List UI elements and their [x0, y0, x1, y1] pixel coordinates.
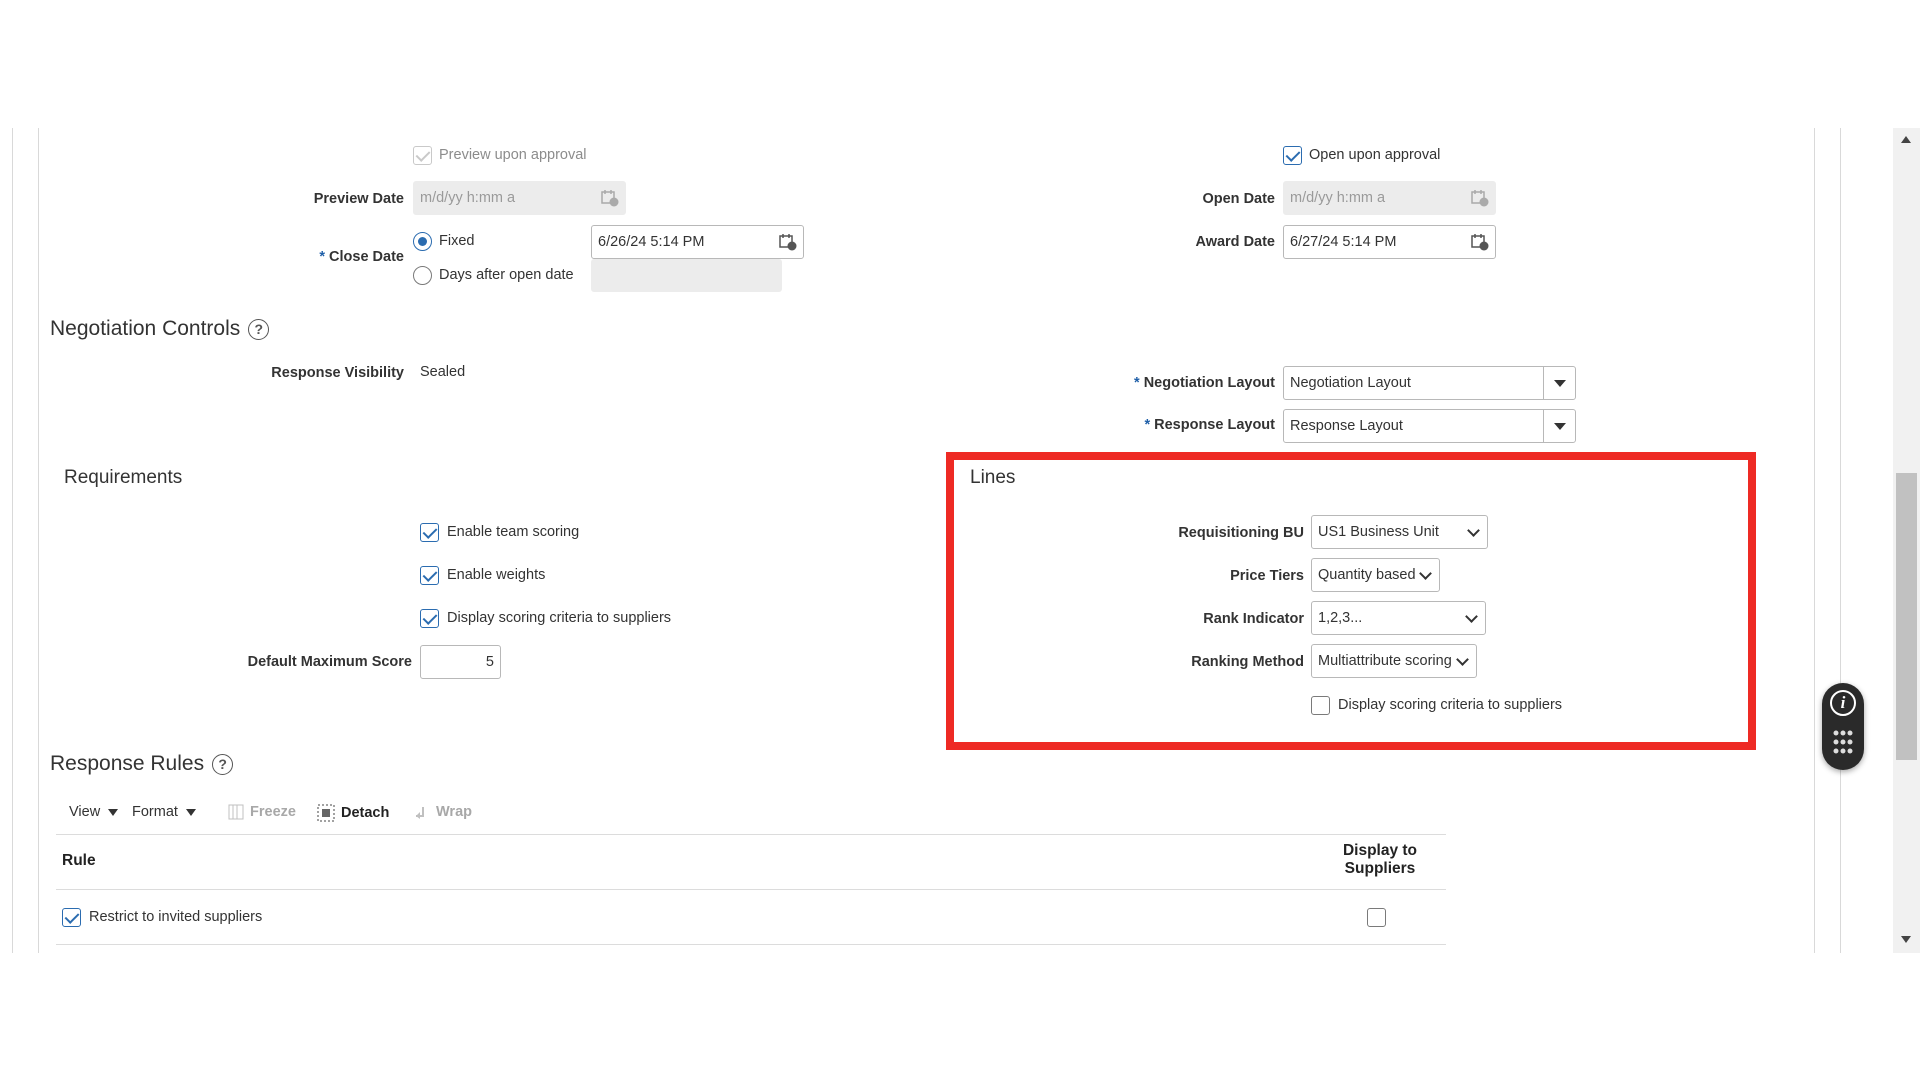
inner-left-line: [38, 128, 39, 953]
close-date-label: * Close Date: [319, 249, 404, 265]
chevron-down-icon[interactable]: [1465, 610, 1478, 623]
scroll-down-arrow-icon[interactable]: [1901, 936, 1911, 943]
column-header-rule: Rule: [62, 852, 96, 869]
restrict-invited-checkbox[interactable]: [62, 908, 81, 927]
open-upon-approval-checkbox[interactable]: [1283, 146, 1302, 165]
calendar-icon[interactable]: [1471, 233, 1489, 251]
preview-date-input[interactable]: m/d/yy h:mm a: [413, 181, 626, 215]
chevron-down-icon[interactable]: [1419, 567, 1432, 580]
enable-team-scoring-label: Enable team scoring: [447, 524, 580, 540]
response-rules-title: Response Rules?: [50, 752, 234, 776]
chevron-down-icon[interactable]: [1456, 653, 1469, 666]
response-layout-select[interactable]: Response Layout: [1283, 409, 1576, 443]
caret-down-icon: [185, 808, 196, 816]
calendar-icon[interactable]: [601, 189, 619, 207]
vertical-scrollbar[interactable]: [1893, 128, 1920, 953]
dropdown-arrow-icon[interactable]: [1543, 410, 1575, 442]
format-menu[interactable]: Format: [132, 804, 196, 820]
close-days-after-label: Days after open date: [439, 267, 574, 283]
award-date-input[interactable]: 6/27/24 5:14 PM: [1283, 225, 1496, 259]
rank-indicator-select[interactable]: 1,2,3...: [1311, 601, 1486, 635]
detach-button[interactable]: Detach: [317, 804, 389, 822]
preview-date-label: Preview Date: [313, 191, 404, 207]
wrap-button[interactable]: Wrap: [414, 804, 472, 820]
table-row-border: [56, 944, 1446, 945]
wrap-icon: [416, 807, 424, 820]
preview-upon-approval-label: Preview upon approval: [439, 147, 587, 163]
default-max-score-label: Default Maximum Score: [247, 654, 412, 670]
response-visibility-label: Response Visibility: [271, 365, 404, 381]
req-display-scoring-label: Display scoring criteria to suppliers: [447, 610, 672, 626]
lines-title: Lines: [970, 467, 1016, 488]
grid-menu-icon[interactable]: [1831, 728, 1855, 758]
rule-text: Restrict to invited suppliers: [89, 909, 263, 925]
negotiation-layout-label: * Negotiation Layout: [1134, 375, 1275, 391]
rank-indicator-label: Rank Indicator: [1203, 611, 1304, 627]
response-visibility-value: Sealed: [420, 364, 466, 380]
enable-weights-checkbox[interactable]: [420, 566, 439, 585]
info-icon[interactable]: i: [1830, 690, 1856, 716]
help-icon[interactable]: ?: [212, 753, 234, 775]
requisitioning-bu-label: Requisitioning BU: [1178, 525, 1304, 541]
display-to-suppliers-checkbox[interactable]: [1367, 908, 1386, 927]
calendar-icon[interactable]: [779, 233, 797, 251]
freeze-button[interactable]: Freeze: [228, 804, 296, 820]
column-header-display-to-suppliers: Display to Suppliers: [1342, 842, 1418, 877]
lines-display-scoring-checkbox[interactable]: [1311, 696, 1330, 715]
open-date-label: Open Date: [1202, 191, 1275, 207]
view-menu[interactable]: View: [69, 804, 119, 820]
close-fixed-label: Fixed: [439, 233, 475, 249]
detach-icon: [317, 804, 335, 822]
enable-weights-label: Enable weights: [447, 567, 546, 583]
negotiation-controls-title: Negotiation Controls?: [50, 317, 270, 341]
close-date-input[interactable]: 6/26/24 5:14 PM: [591, 225, 804, 259]
open-date-input[interactable]: m/d/yy h:mm a: [1283, 181, 1496, 215]
ranking-method-label: Ranking Method: [1191, 654, 1304, 670]
enable-team-scoring-checkbox[interactable]: [420, 523, 439, 542]
lines-display-scoring-label: Display scoring criteria to suppliers: [1338, 697, 1563, 713]
table-top-border: [56, 834, 1446, 835]
scrollbar-thumb[interactable]: [1896, 473, 1917, 760]
dropdown-arrow-icon[interactable]: [1543, 367, 1575, 399]
response-layout-label: * Response Layout: [1144, 417, 1275, 433]
default-max-score-input[interactable]: 5: [420, 645, 501, 679]
freeze-icon: [228, 804, 244, 820]
chevron-down-icon[interactable]: [1467, 524, 1480, 537]
info-actions-widget[interactable]: i: [1822, 683, 1864, 770]
right-frame-line: [1840, 128, 1841, 953]
ranking-method-select[interactable]: Multiattribute scoring: [1311, 644, 1477, 678]
price-tiers-label: Price Tiers: [1230, 568, 1304, 584]
award-date-label: Award Date: [1195, 234, 1275, 250]
inner-right-line: [1814, 128, 1815, 953]
requisitioning-bu-select[interactable]: US1 Business Unit: [1311, 515, 1488, 549]
calendar-icon[interactable]: [1471, 189, 1489, 207]
negotiation-layout-select[interactable]: Negotiation Layout: [1283, 366, 1576, 400]
close-days-after-radio[interactable]: [413, 266, 432, 285]
caret-down-icon: [108, 808, 119, 816]
left-frame-line: [12, 128, 13, 953]
scroll-up-arrow-icon[interactable]: [1901, 136, 1911, 143]
req-display-scoring-checkbox[interactable]: [420, 609, 439, 628]
help-icon[interactable]: ?: [248, 318, 270, 340]
close-fixed-radio[interactable]: [413, 232, 432, 251]
days-after-input[interactable]: [591, 259, 782, 292]
preview-upon-approval-checkbox[interactable]: [413, 146, 432, 165]
requirements-title: Requirements: [64, 467, 183, 488]
open-upon-approval-label: Open upon approval: [1309, 147, 1441, 163]
price-tiers-select[interactable]: Quantity based: [1311, 558, 1440, 592]
table-row: Restrict to invited suppliers: [56, 890, 1446, 944]
